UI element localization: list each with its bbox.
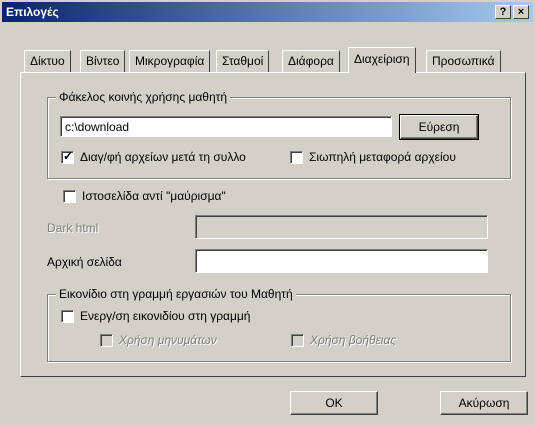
tray-icon-group-label: Εικονίδιο στη γραμμή εργασιών του Μαθητή [56,287,296,301]
tray-icon-enable-checkbox[interactable]: Ενεργ/ση εικονιδίου στη γραμμή [61,309,250,323]
tab-stations[interactable]: Σταθμοί [216,50,270,72]
title-bar[interactable]: Επιλογές ? × [2,2,533,22]
tab-video[interactable]: Βίντεο [80,50,126,72]
tab-management[interactable]: Διαχείριση [348,47,416,73]
browse-button[interactable]: Εύρεση [399,114,479,140]
use-messages-checkbox-box [100,333,113,347]
tab-network[interactable]: Δίκτυο [24,50,71,72]
window-title: Επιλογές [6,5,59,19]
use-help-checkbox: Χρήση βοήθειας [291,333,396,347]
copy-files-checkbox-box[interactable]: ✓ [61,148,74,164]
tray-icon-group: Εικονίδιο στη γραμμή εργασιών του Μαθητή… [47,287,511,362]
copy-files-label: Διαγ/φή αρχείων μετά τη συλλο [80,150,246,164]
tray-icon-enable-checkbox-box[interactable] [61,309,74,323]
use-messages-checkbox: Χρήση μηνυμάτων [100,333,217,347]
webpage-instead-of-black-label: Ιστοσελίδα αντί "μαύρισμα" [82,189,226,203]
tray-icon-enable-label: Ενεργ/ση εικονιδίου στη γραμμή [80,309,251,323]
copy-files-checkbox[interactable]: ✓ Διαγ/φή αρχείων μετά τη συλλο [61,148,246,164]
home-page-label: Αρχική σελίδα [47,255,122,269]
tab-thumbnail[interactable]: Μικρογραφία [129,50,211,72]
silent-transfer-label: Σιωπηλή μεταφορά αρχείου [309,150,456,164]
home-page-input[interactable] [195,249,488,273]
shared-folder-group-label: Φάκελος κοινής χρήσης μαθητή [56,90,231,104]
options-dialog: Επιλογές ? × Δίκτυο Βίντεο Μικρογραφία Σ… [0,0,535,425]
ok-button[interactable]: OK [290,391,378,415]
shared-folder-group: Φάκελος κοινής χρήσης μαθητή Εύρεση ✓ Δι… [47,90,511,179]
use-help-label: Χρήση βοήθειας [310,333,397,347]
tab-panel-management: Φάκελος κοινής χρήσης μαθητή Εύρεση ✓ Δι… [20,72,526,377]
close-button[interactable]: × [513,5,529,19]
tab-personal[interactable]: Προσωπικά [426,50,501,72]
webpage-instead-of-black-checkbox[interactable]: Ιστοσελίδα αντί "μαύρισμα" [63,189,226,203]
silent-transfer-checkbox[interactable]: Σιωπηλή μεταφορά αρχείου [290,150,456,164]
silent-transfer-checkbox-box[interactable] [290,150,303,164]
use-help-checkbox-box [291,333,304,347]
checkmark-icon: ✓ [63,148,74,163]
shared-folder-path-input[interactable] [60,116,392,137]
dark-html-input [195,215,488,239]
cancel-button[interactable]: Ακύρωση [440,391,528,415]
tab-misc[interactable]: Διάφορα [282,50,340,72]
webpage-instead-of-black-checkbox-box[interactable] [63,189,76,203]
use-messages-label: Χρήση μηνυμάτων [119,333,217,347]
help-button[interactable]: ? [495,5,511,19]
dark-html-label: Dark html [47,221,99,235]
